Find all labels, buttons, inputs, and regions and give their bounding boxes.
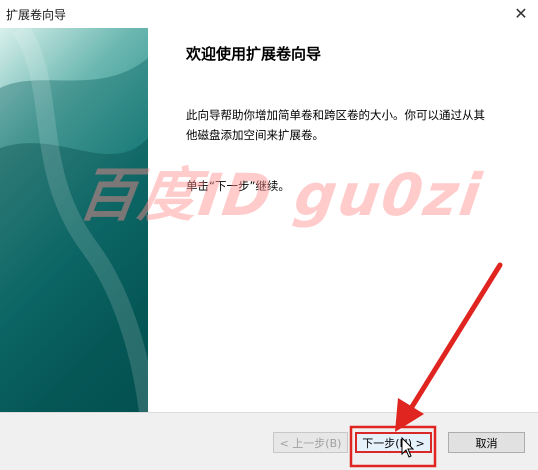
title-bar: 扩展卷向导 ✕ [0, 0, 538, 28]
back-button[interactable]: < 上一步(B) [273, 432, 348, 453]
page-title: 欢迎使用扩展卷向导 [186, 45, 322, 63]
window-title: 扩展卷向导 [6, 8, 67, 22]
mouse-cursor-icon [401, 437, 415, 458]
instruction-text: 单击“下一步”继续。 [186, 179, 290, 193]
button-bar: < 上一步(B) 下一步(N) > 取消 [0, 412, 538, 470]
wizard-content: 欢迎使用扩展卷向导 此向导帮助你增加简单卷和跨区卷的大小。你可以通过从其他磁盘添… [148, 28, 538, 412]
next-button[interactable]: 下一步(N) > [355, 432, 432, 453]
description-text: 此向导帮助你增加简单卷和跨区卷的大小。你可以通过从其他磁盘添加空间来扩展卷。 [186, 108, 485, 142]
cancel-button[interactable]: 取消 [448, 432, 525, 453]
banner-graphic [0, 28, 148, 412]
wizard-banner [0, 28, 148, 412]
close-icon[interactable]: ✕ [510, 2, 532, 24]
